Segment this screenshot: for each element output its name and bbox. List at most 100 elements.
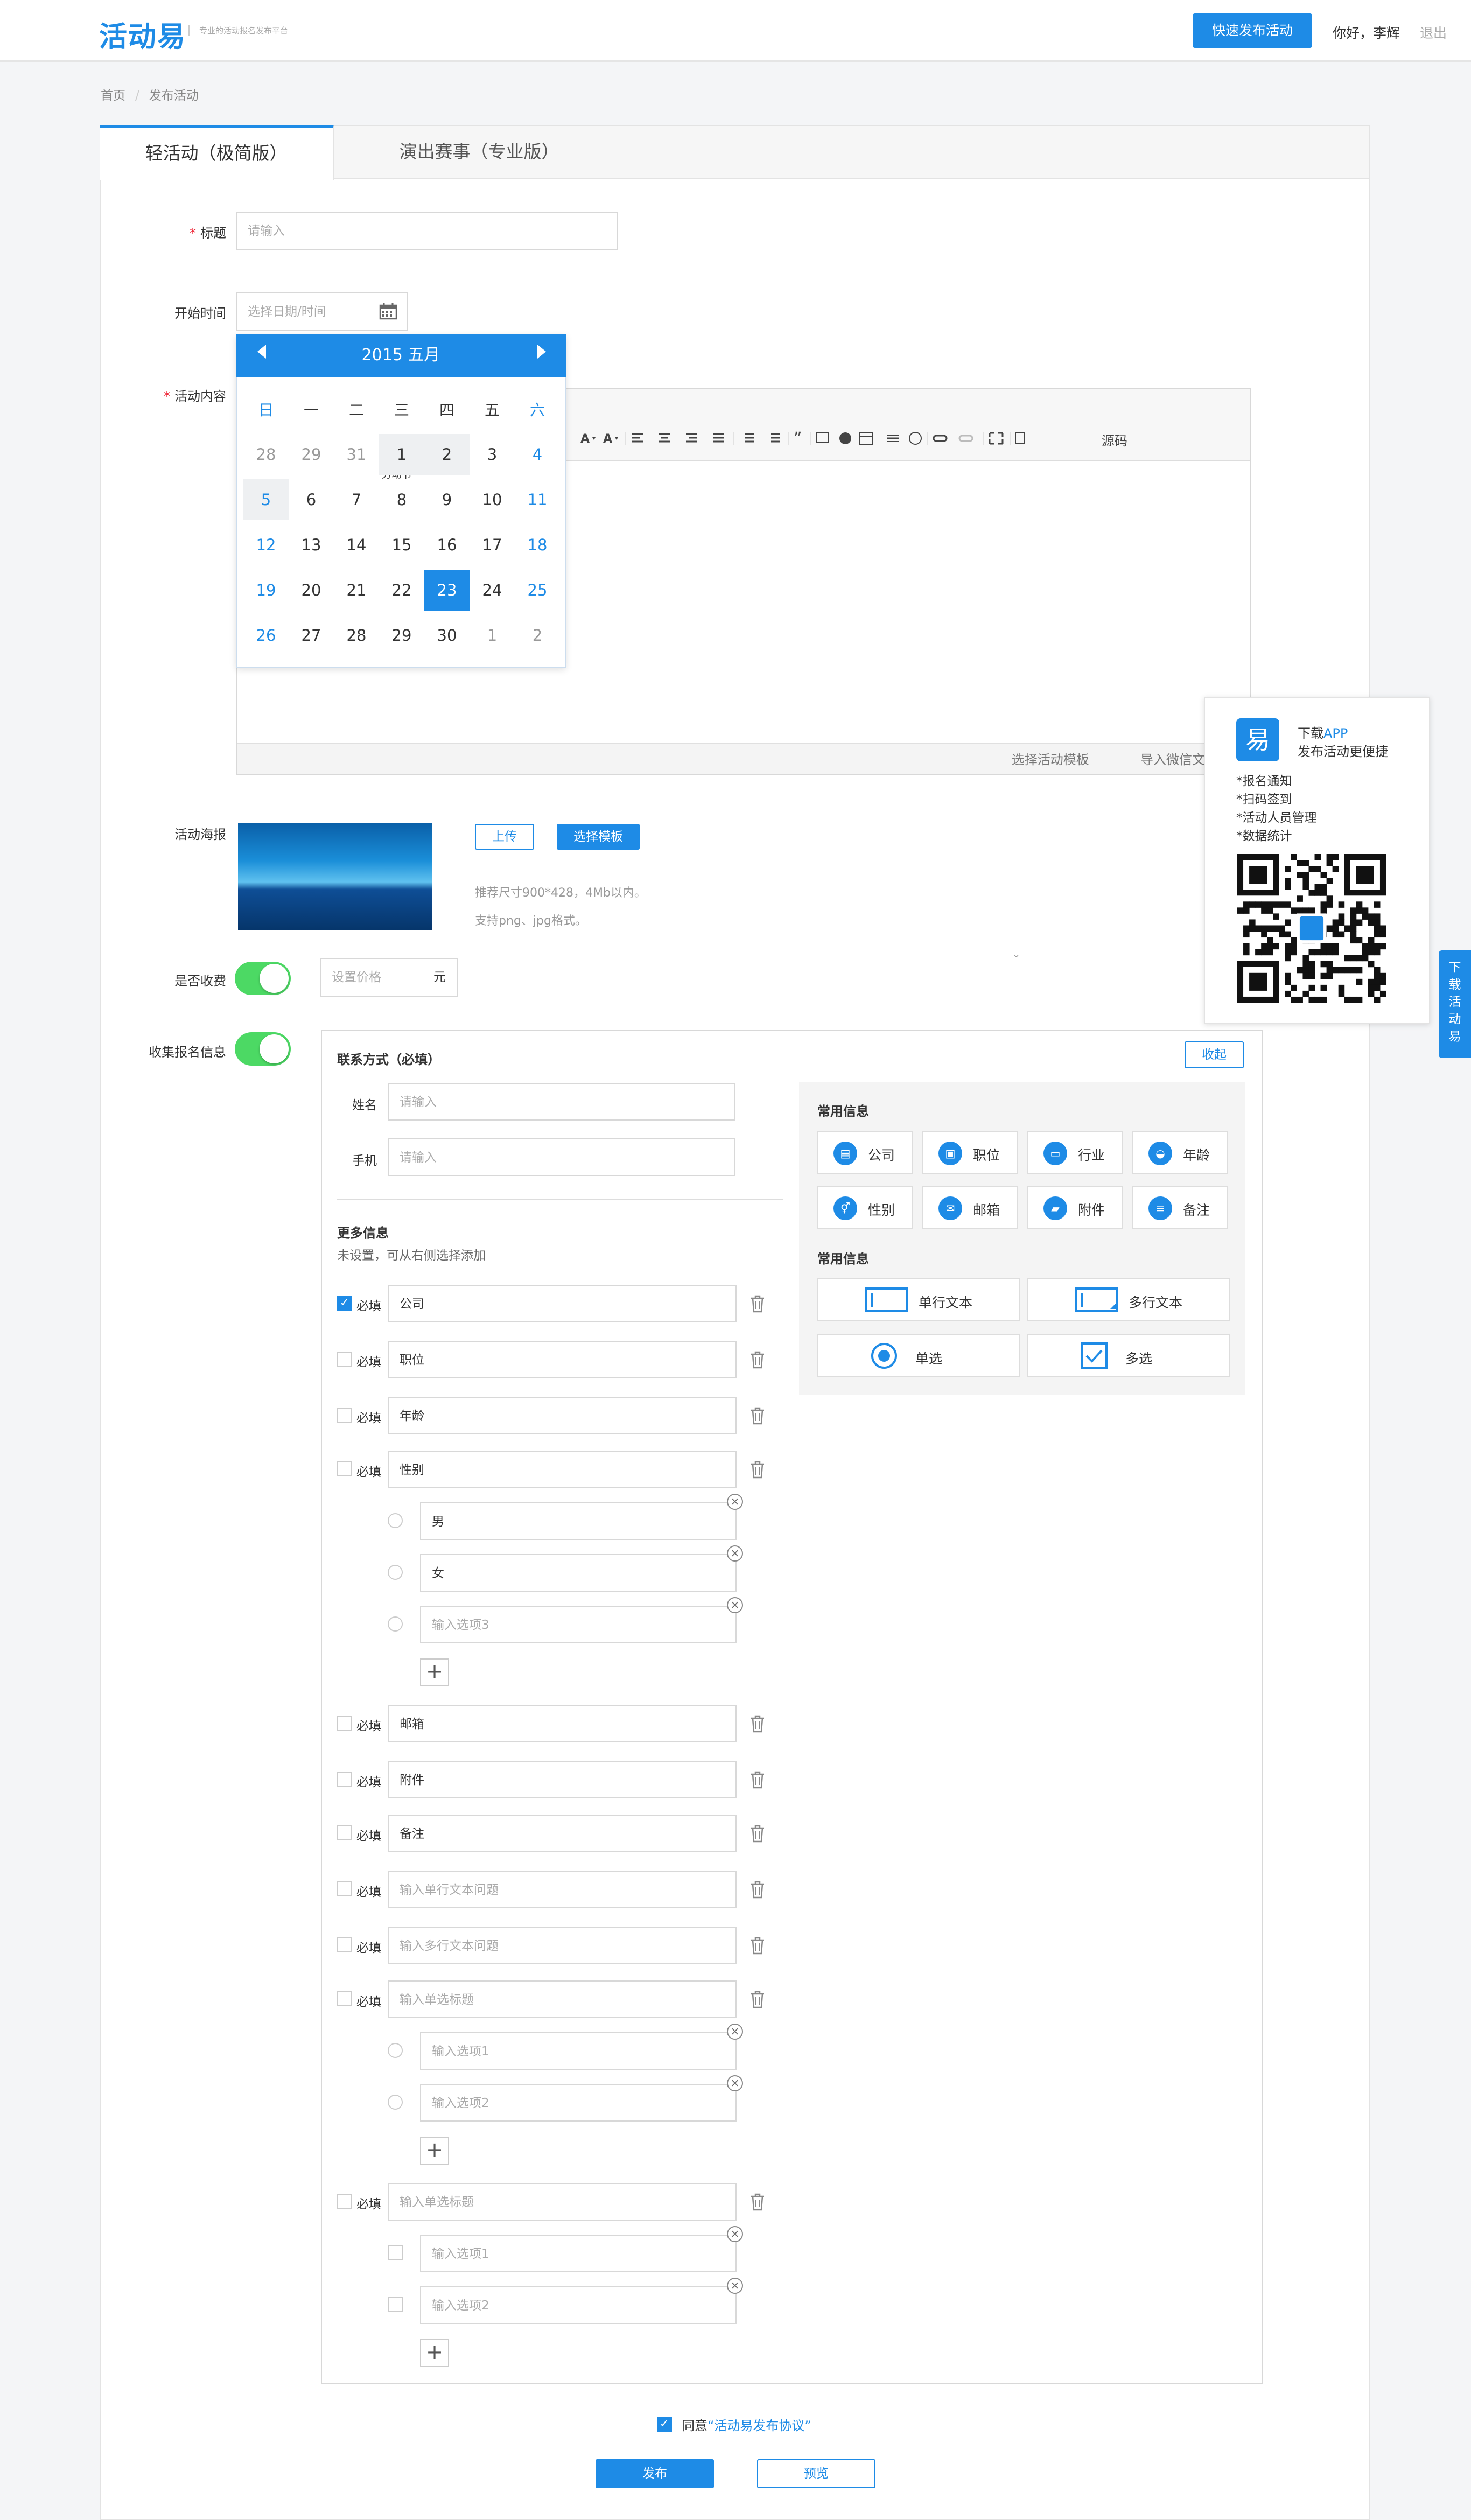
email-input[interactable]: 邮箱: [388, 1705, 737, 1742]
trash-icon[interactable]: [749, 1770, 766, 1789]
choose-activity-template-link[interactable]: 选择活动模板: [1012, 752, 1089, 767]
calendar-day[interactable]: 28: [243, 434, 289, 475]
trash-icon[interactable]: [749, 1880, 766, 1899]
quick-publish-button[interactable]: 快速发布活动: [1193, 13, 1312, 48]
logout-link[interactable]: 退出: [1420, 23, 1447, 42]
calendar-day[interactable]: 2: [424, 434, 470, 475]
calendar-day[interactable]: 25: [515, 570, 560, 611]
trash-icon[interactable]: [749, 1990, 766, 2008]
multi-option-2-input[interactable]: 输入选项2: [420, 2286, 737, 2324]
position-input[interactable]: 职位: [388, 1341, 737, 1378]
multi-option-1-checkbox-icon[interactable]: [388, 2245, 403, 2260]
calendar-day[interactable]: 6: [289, 479, 334, 520]
remove-option-icon[interactable]: ×: [727, 1494, 743, 1510]
trash-icon[interactable]: [749, 1714, 766, 1733]
attachment-required-checkbox[interactable]: [337, 1772, 352, 1787]
calendar-day[interactable]: 28: [334, 615, 379, 656]
calendar-day[interactable]: 1: [379, 434, 424, 475]
add-option-button[interactable]: +: [420, 1658, 449, 1686]
calendar-day[interactable]: 29: [289, 434, 334, 475]
remove-option-icon[interactable]: ×: [727, 1597, 743, 1613]
preview-button[interactable]: 预览: [757, 2459, 875, 2488]
age-required-checkbox[interactable]: [337, 1408, 352, 1423]
calendar-day[interactable]: 22: [379, 570, 424, 611]
remove-option-icon[interactable]: ×: [727, 2226, 743, 2242]
common-field-type-0[interactable]: 单行文本: [817, 1278, 1020, 1321]
common-chip-5[interactable]: ✉ 邮箱: [922, 1186, 1018, 1229]
calendar-day[interactable]: 13: [289, 524, 334, 565]
radio-option-1-input[interactable]: 输入选项1: [420, 2032, 737, 2070]
common-chip-7[interactable]: ≡ 备注: [1132, 1186, 1228, 1229]
breadcrumb-home[interactable]: 首页: [101, 89, 125, 103]
calendar-day[interactable]: 20: [289, 570, 334, 611]
add-option-button[interactable]: +: [420, 2137, 449, 2165]
collapse-button[interactable]: 收起: [1185, 1041, 1244, 1068]
age-input[interactable]: 年龄: [388, 1397, 737, 1434]
remove-option-icon[interactable]: ×: [727, 1545, 743, 1562]
tab-pro-event[interactable]: 演出赛事（专业版）: [334, 125, 625, 180]
calendar-day[interactable]: 23: [424, 570, 470, 611]
common-chip-0[interactable]: ▤ 公司: [817, 1131, 913, 1174]
trash-icon[interactable]: [749, 2193, 766, 2211]
calendar-day[interactable]: 21: [334, 570, 379, 611]
single-text-question-input[interactable]: 输入单行文本问题: [388, 1871, 737, 1908]
common-chip-3[interactable]: ◒ 年龄: [1132, 1131, 1228, 1174]
remove-option-icon[interactable]: ×: [727, 2278, 743, 2294]
calendar-day[interactable]: 12: [243, 524, 289, 565]
name-input[interactable]: 请输入: [388, 1083, 736, 1121]
trash-icon[interactable]: [749, 1350, 766, 1369]
common-field-type-2[interactable]: 单选: [817, 1334, 1020, 1377]
calendar-day[interactable]: 26: [243, 615, 289, 656]
remark-input[interactable]: 备注: [388, 1815, 737, 1852]
download-side-tab[interactable]: 下载活动易: [1439, 950, 1471, 1058]
phone-input[interactable]: 请输入: [388, 1138, 736, 1176]
calendar-day[interactable]: 27: [289, 615, 334, 656]
editor-source-button[interactable]: 源码: [1102, 430, 1127, 449]
title-input[interactable]: 请输入: [236, 212, 618, 250]
calendar-day[interactable]: 24: [470, 570, 515, 611]
common-chip-2[interactable]: ▭ 行业: [1027, 1131, 1123, 1174]
radio-option-2-input[interactable]: 输入选项2: [420, 2084, 737, 2122]
radio-question-title-input[interactable]: 输入单选标题: [388, 1980, 737, 2018]
poster-image[interactable]: [238, 823, 432, 930]
calendar-day[interactable]: 17: [470, 524, 515, 565]
fee-toggle[interactable]: [235, 962, 291, 995]
calendar-day[interactable]: 29: [379, 615, 424, 656]
trash-icon[interactable]: [749, 1936, 766, 1955]
calendar-day[interactable]: 30: [424, 615, 470, 656]
calendar-day[interactable]: 8: [379, 479, 424, 520]
calendar-day[interactable]: 31: [334, 434, 379, 475]
calendar-day[interactable]: 4: [515, 434, 560, 475]
gender-option-male-input[interactable]: 男: [420, 1502, 737, 1540]
calendar-day[interactable]: 5: [243, 479, 289, 520]
common-chip-4[interactable]: ⚥ 性别: [817, 1186, 913, 1229]
common-chip-6[interactable]: ▰ 附件: [1027, 1186, 1123, 1229]
calendar-day[interactable]: 11: [515, 479, 560, 520]
calendar-day[interactable]: 3: [470, 434, 515, 475]
calendar-day[interactable]: 19: [243, 570, 289, 611]
trash-icon[interactable]: [749, 1294, 766, 1313]
gender-option-female-input[interactable]: 女: [420, 1554, 737, 1592]
multi-question-title-required-checkbox[interactable]: [337, 2194, 352, 2209]
common-field-type-1[interactable]: 多行文本: [1027, 1278, 1230, 1321]
multi-option-2-checkbox-icon[interactable]: [388, 2297, 403, 2312]
logo[interactable]: 活动易: [99, 14, 186, 54]
multi-text-question-required-checkbox[interactable]: [337, 1937, 352, 1952]
trash-icon[interactable]: [749, 1460, 766, 1479]
remove-option-icon[interactable]: ×: [727, 2075, 743, 2091]
calendar-day[interactable]: 16: [424, 524, 470, 565]
single-text-question-required-checkbox[interactable]: [337, 1881, 352, 1896]
gender-option-female-radio-icon[interactable]: [388, 1565, 403, 1580]
radio-question-title-required-checkbox[interactable]: [337, 1991, 352, 2006]
calendar-day[interactable]: 10: [470, 479, 515, 520]
calendar-day[interactable]: 9: [424, 479, 470, 520]
multi-question-title-input[interactable]: 输入单选标题: [388, 2183, 737, 2221]
collect-info-toggle[interactable]: [235, 1032, 291, 1066]
agreement-link[interactable]: “活动易发布协议”: [708, 2418, 811, 2433]
attachment-input[interactable]: 附件: [388, 1761, 737, 1798]
calendar-prev-arrow-icon[interactable]: [257, 345, 266, 359]
upload-button[interactable]: 上传: [475, 824, 534, 850]
calendar-day[interactable]: 14: [334, 524, 379, 565]
calendar-day[interactable]: 7: [334, 479, 379, 520]
calendar-day[interactable]: 1: [470, 615, 515, 656]
